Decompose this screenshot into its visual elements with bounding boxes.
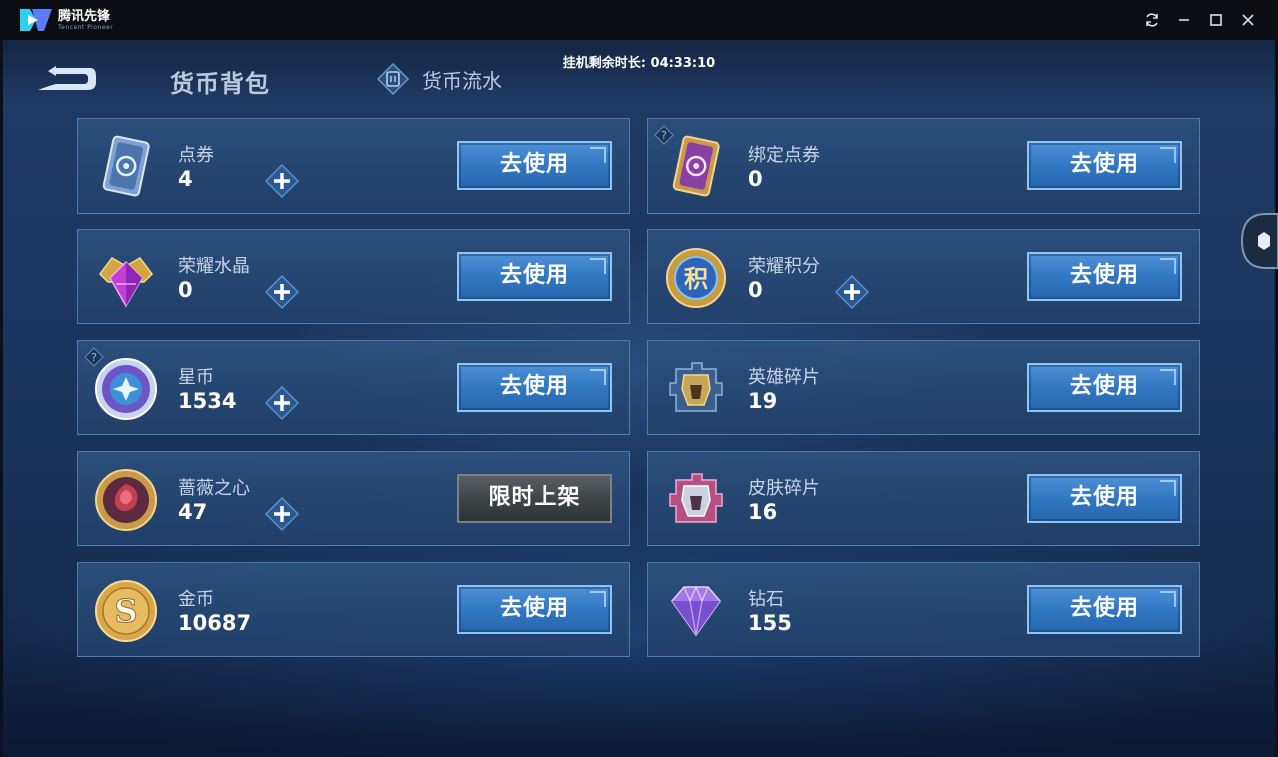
currency-value: 0 — [748, 278, 763, 302]
currency-name: 绑定点券 — [748, 145, 820, 166]
currency-card-gold-coin: S 金币 10687 去使用 — [77, 562, 630, 657]
close-button[interactable] — [1232, 4, 1264, 36]
use-glory-crystal-button[interactable]: 去使用 — [457, 252, 612, 301]
side-menu-handle[interactable] — [1238, 210, 1278, 272]
tab-currency-flow-label: 货币流水 — [422, 68, 502, 93]
currency-name: 点券 — [178, 145, 214, 166]
glory-crystal-icon — [99, 257, 153, 308]
minimize-icon — [1179, 19, 1189, 21]
refresh-button[interactable] — [1136, 4, 1168, 36]
brand-name: 腾讯先锋 — [58, 8, 111, 24]
use-bound-voucher-button[interactable]: 去使用 — [1027, 141, 1182, 190]
currency-flow-icon — [376, 62, 410, 96]
limited-time-button[interactable]: 限时上架 — [457, 474, 612, 523]
use-skin-fragment-button[interactable]: 去使用 — [1027, 474, 1182, 523]
minimize-button[interactable] — [1168, 4, 1200, 36]
currency-value: 19 — [748, 389, 778, 413]
currency-value: 0 — [178, 278, 193, 302]
diamond-icon — [671, 585, 721, 637]
currency-card-rose-heart: 蔷薇之心 47 限时上架 — [77, 451, 630, 546]
currency-card-skin-fragment: 皮肤碎片 16 去使用 — [647, 451, 1200, 546]
glory-points-icon: 积 — [666, 248, 726, 308]
currency-value: 155 — [748, 611, 792, 635]
currency-name: 星币 — [178, 367, 214, 388]
brand-subtitle: Tencent Pioneer — [58, 23, 114, 31]
bound-voucher-card-icon — [672, 135, 720, 197]
currency-name: 钻石 — [748, 589, 784, 610]
skin-fragment-icon — [669, 473, 723, 523]
currency-value: 4 — [178, 167, 193, 191]
hero-fragment-icon — [669, 362, 723, 412]
window-controls — [1136, 4, 1264, 36]
use-hero-fragment-button[interactable]: 去使用 — [1027, 363, 1182, 412]
currency-value: 1534 — [178, 389, 237, 413]
svg-text:S: S — [114, 592, 137, 630]
add-glory-points-button[interactable] — [834, 274, 870, 310]
add-rose-heart-button[interactable] — [264, 496, 300, 532]
currency-value: 47 — [178, 500, 208, 524]
currency-value: 0 — [748, 167, 763, 191]
currency-name: 荣耀水晶 — [178, 256, 250, 277]
use-star-coin-button[interactable]: 去使用 — [457, 363, 612, 412]
close-icon — [1242, 14, 1254, 26]
currency-name: 皮肤碎片 — [748, 478, 820, 499]
left-edge — [0, 40, 3, 757]
star-coin-icon — [95, 358, 157, 420]
currency-card-voucher: 点券 4 去使用 — [77, 118, 630, 214]
currency-card-glory-crystal: 荣耀水晶 0 去使用 — [77, 229, 630, 324]
window-titlebar: 腾讯先锋 Tencent Pioneer — [0, 0, 1278, 40]
add-glory-crystal-button[interactable] — [264, 274, 300, 310]
currency-value: 16 — [748, 500, 778, 524]
currency-card-star-coin: ? 星币 1534 去使用 — [77, 340, 630, 435]
currency-name: 荣耀积分 — [748, 256, 820, 277]
currency-card-diamond: 钻石 155 去使用 — [647, 562, 1200, 657]
maximize-button[interactable] — [1200, 4, 1232, 36]
add-voucher-button[interactable] — [264, 163, 300, 199]
svg-text:积: 积 — [684, 265, 708, 293]
use-gold-coin-button[interactable]: 去使用 — [457, 585, 612, 634]
currency-name: 英雄碎片 — [748, 367, 820, 388]
currency-card-bound-voucher: ? 绑定点券 0 去使用 — [647, 118, 1200, 214]
gold-coin-icon: S — [95, 580, 157, 642]
currency-name: 金币 — [178, 589, 214, 610]
use-voucher-button[interactable]: 去使用 — [457, 141, 612, 190]
page-title: 货币背包 — [170, 70, 270, 98]
back-button[interactable] — [34, 62, 100, 96]
brand: 腾讯先锋 Tencent Pioneer — [18, 7, 113, 33]
currency-card-glory-points: 积 荣耀积分 0 去使用 — [647, 229, 1200, 324]
voucher-card-icon — [102, 135, 150, 197]
currency-card-hero-fragment: 英雄碎片 19 去使用 — [647, 340, 1200, 435]
use-diamond-button[interactable]: 去使用 — [1027, 585, 1182, 634]
use-glory-points-button[interactable]: 去使用 — [1027, 252, 1182, 301]
add-star-coin-button[interactable] — [264, 385, 300, 421]
tab-currency-flow[interactable]: 货币流水 — [374, 62, 502, 96]
maximize-icon — [1210, 14, 1222, 26]
tencent-pioneer-logo-icon — [20, 9, 52, 31]
rose-heart-icon — [95, 469, 157, 531]
game-viewport: 挂机剩余时长: 04:33:10 货币背包 货币流水 点券 4 去使用 ? 绑定… — [0, 40, 1278, 757]
refresh-icon — [1146, 13, 1158, 27]
currency-name: 蔷薇之心 — [178, 478, 250, 499]
currency-value: 10687 — [178, 611, 252, 635]
